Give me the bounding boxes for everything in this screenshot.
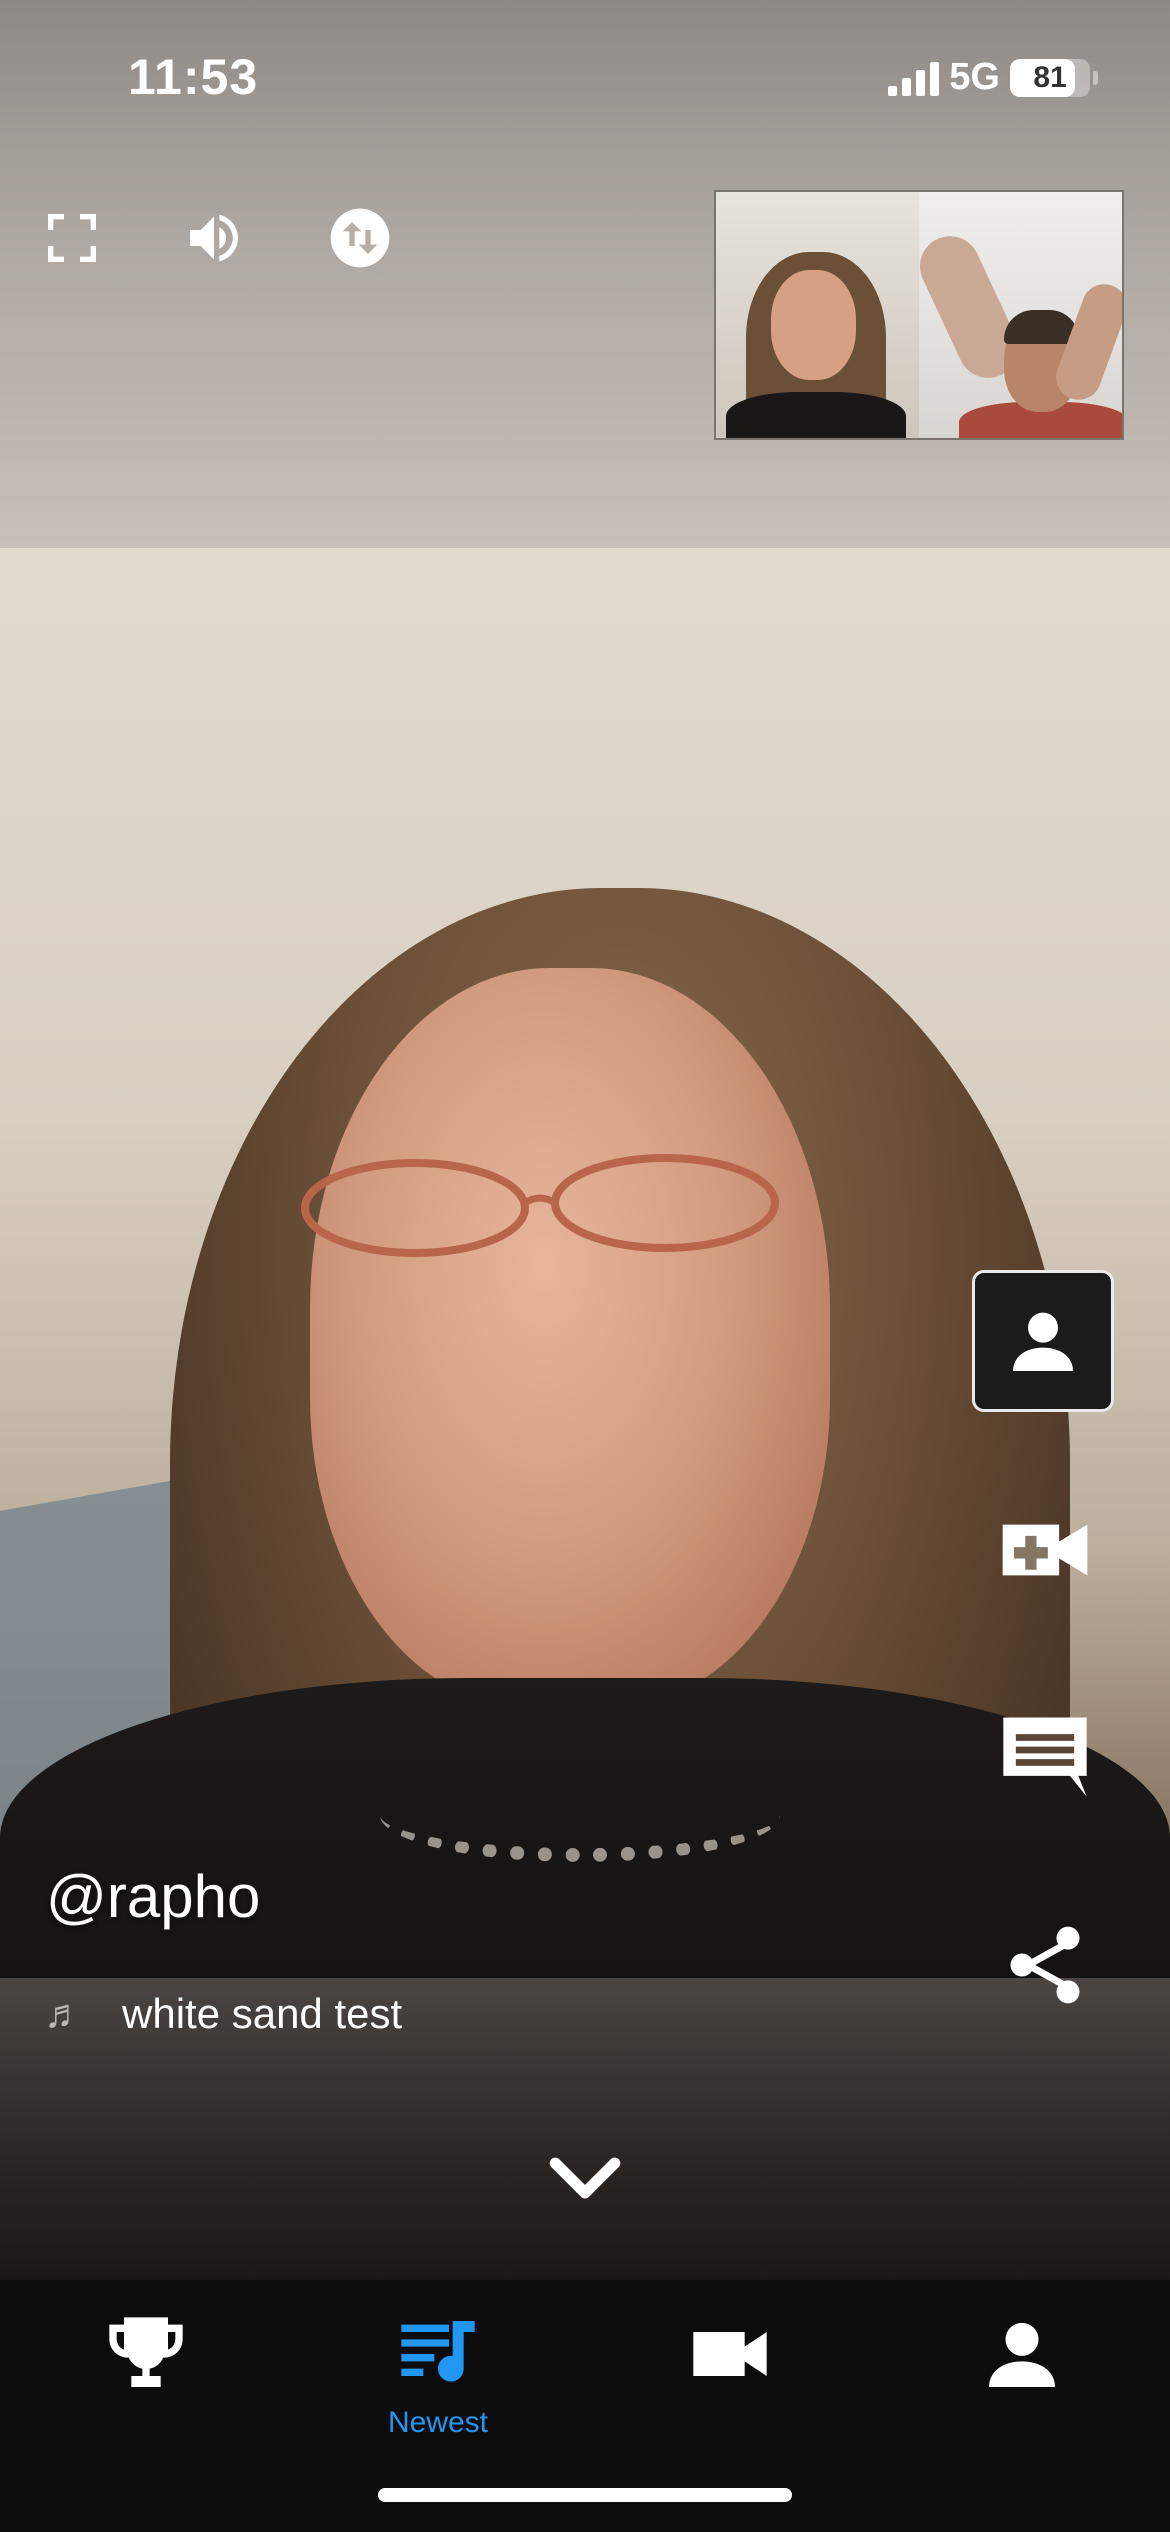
status-indicators: 5G 81	[888, 56, 1098, 99]
home-indicator	[378, 2488, 792, 2502]
pip-participant-1	[716, 192, 919, 438]
app-screen: 11:53 5G 81 @rapho ♬ white sand test New…	[0, 0, 1170, 2532]
post-username[interactable]: @rapho	[46, 1862, 260, 1931]
playlist-icon	[401, 2321, 475, 2382]
music-note-icon: ♬	[44, 1991, 84, 2036]
status-time: 11:53	[128, 49, 259, 105]
share-button[interactable]	[995, 1910, 1095, 2020]
chevron-down-icon	[549, 2157, 621, 2199]
person-icon	[989, 2322, 1055, 2387]
comment-icon	[1003, 1717, 1087, 1797]
network-type: 5G	[949, 56, 1000, 98]
tab-profile[interactable]	[876, 2280, 1168, 2480]
signal-icon	[888, 60, 940, 96]
tab-newest[interactable]: Newest	[292, 2280, 584, 2480]
tab-record[interactable]	[584, 2280, 876, 2480]
fullscreen-icon	[48, 214, 96, 262]
share-icon	[1010, 1926, 1080, 2004]
tab-leaderboard[interactable]	[0, 2280, 292, 2480]
pip-preview[interactable]	[714, 190, 1124, 440]
tab-label: Newest	[387, 2406, 489, 2439]
battery-level: 81	[1033, 60, 1067, 94]
collapse-button[interactable]	[545, 2150, 625, 2216]
comment-button[interactable]	[990, 1700, 1100, 1810]
fullscreen-button[interactable]	[34, 200, 110, 276]
add-video-button[interactable]	[990, 1505, 1100, 1595]
swap-icon	[330, 208, 390, 268]
profile-button[interactable]	[972, 1270, 1114, 1412]
battery-icon: 81	[1010, 58, 1098, 97]
pip-participant-2	[919, 192, 1122, 438]
track-title: white sand test	[122, 1990, 403, 2037]
track-info[interactable]: ♬ white sand test	[44, 1990, 402, 2038]
profile-icon	[1013, 1312, 1073, 1371]
volume-icon	[190, 214, 238, 262]
video-glasses-detail	[301, 1154, 779, 1257]
video-camera-icon	[693, 2332, 767, 2376]
add-video-icon	[1002, 1524, 1088, 1576]
swap-camera-button[interactable]	[322, 200, 398, 276]
trophy-icon	[109, 2317, 183, 2387]
volume-button[interactable]	[176, 200, 252, 276]
